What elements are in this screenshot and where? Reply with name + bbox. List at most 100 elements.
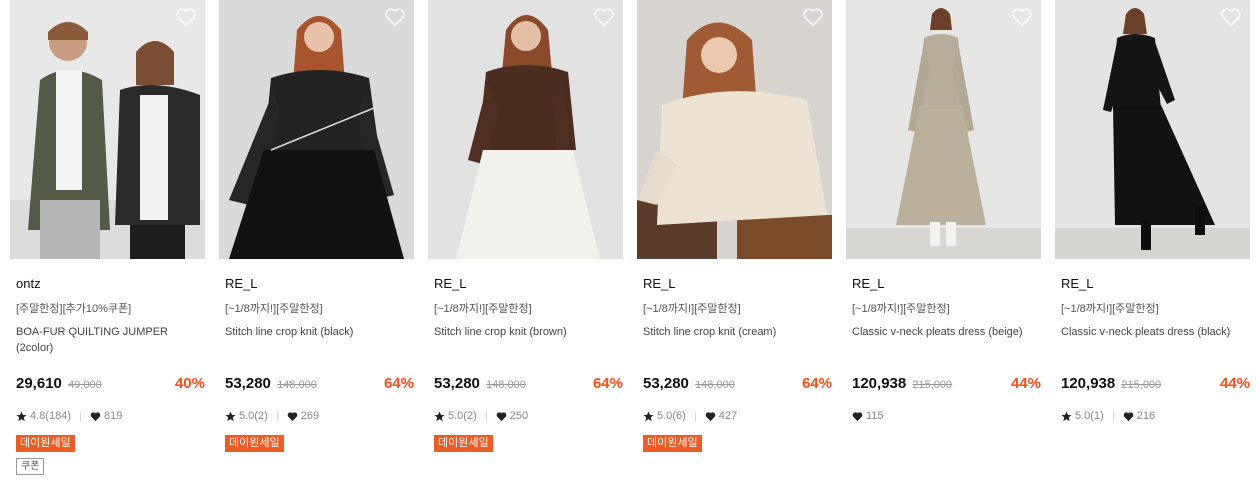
- product-image[interactable]: [428, 0, 623, 259]
- heart-icon: [705, 411, 716, 421]
- brand-name[interactable]: RE_L: [225, 276, 258, 291]
- wishlist-heart-icon[interactable]: [384, 7, 406, 27]
- original-price: 148,000: [695, 379, 735, 391]
- meta-divider: [276, 410, 278, 422]
- likes-count: 819: [103, 410, 123, 422]
- product-card[interactable]: RE_L [~1/8까지!][주말한정] Stitch line crop kn…: [637, 0, 832, 490]
- sale-price: 53,280 148,000: [434, 375, 526, 392]
- promo-text: [~1/8까지!][주말한정]: [643, 303, 741, 315]
- likes-count: 115: [866, 410, 884, 422]
- product-photo: [1055, 0, 1250, 259]
- product-meta: 5.0(2) 250: [434, 410, 528, 422]
- coupon-badge: 쿠폰: [16, 458, 45, 475]
- original-price: 49,000: [68, 379, 102, 391]
- promo-text: [~1/8까지!][주말한정]: [225, 303, 323, 315]
- discount-rate: 44%: [1219, 375, 1250, 392]
- sale-price: 53,280 148,000: [225, 375, 317, 392]
- discount-rate: 64%: [383, 375, 414, 392]
- heart-icon: [496, 411, 507, 421]
- star-icon: [643, 410, 654, 421]
- product-card[interactable]: RE_L [~1/8까지!][주말한정] Stitch line crop kn…: [428, 0, 623, 490]
- original-price: 215,000: [912, 379, 953, 391]
- product-card[interactable]: RE_L [~1/8까지!][주말한정] Stitch line crop kn…: [219, 0, 414, 490]
- meta-divider: [79, 410, 81, 422]
- product-photo: [10, 0, 205, 259]
- original-price: 148,000: [277, 379, 317, 391]
- product-name[interactable]: BOA-FUR QUILTING JUMPER (2color): [16, 324, 206, 356]
- product-image[interactable]: [10, 0, 205, 259]
- product-card[interactable]: ontz [주말한정][추가10%쿠폰] BOA-FUR QUILTING JU…: [10, 0, 205, 490]
- discount-rate: 64%: [592, 375, 623, 392]
- sale-price: 120,938 215,000: [1061, 375, 1161, 392]
- rating-text: 5.0(2): [448, 410, 477, 422]
- sale-price: 120,938 215,000: [852, 375, 952, 392]
- wishlist-heart-icon[interactable]: [593, 7, 615, 27]
- original-price: 215,000: [1121, 379, 1162, 391]
- product-name[interactable]: Classic v-neck pleats dress (black): [1061, 324, 1251, 340]
- sale-price: 53,280 148,000: [643, 375, 735, 392]
- sale-price: 29,610 49,000: [16, 375, 102, 392]
- sale-price-value: 120,938: [1061, 375, 1116, 392]
- discount-rate: 64%: [801, 375, 832, 392]
- brand-name[interactable]: ontz: [16, 276, 41, 291]
- sale-price-value: 53,280: [643, 375, 689, 392]
- product-image[interactable]: [219, 0, 414, 259]
- discount-rate: 40%: [174, 375, 205, 392]
- wishlist-heart-icon[interactable]: [1220, 7, 1242, 27]
- brand-name[interactable]: RE_L: [434, 276, 467, 291]
- sale-badge: 데이원세일: [225, 435, 284, 452]
- original-price: 148,000: [486, 379, 526, 391]
- likes-count: 250: [509, 410, 529, 422]
- brand-name[interactable]: RE_L: [852, 276, 885, 291]
- product-name[interactable]: Stitch line crop knit (brown): [434, 324, 624, 340]
- product-meta: 5.0(2) 269: [225, 410, 319, 422]
- sale-price-value: 53,280: [225, 375, 271, 392]
- promo-text: [주말한정][추가10%쿠폰]: [16, 303, 132, 315]
- promo-text: [~1/8까지!][주말한정]: [1061, 303, 1159, 315]
- product-meta: 5.0(6) 427: [643, 410, 737, 422]
- product-image[interactable]: [637, 0, 832, 259]
- product-photo: [846, 0, 1041, 259]
- sale-badge: 데이원세일: [16, 435, 75, 452]
- meta-divider: [1112, 410, 1114, 422]
- product-image[interactable]: [846, 0, 1041, 259]
- product-photo: [428, 0, 623, 259]
- rating-text: 5.0(2): [239, 410, 268, 422]
- product-name[interactable]: Stitch line crop knit (black): [225, 324, 415, 340]
- star-icon: [1061, 410, 1072, 421]
- rating-text: 5.0(6): [657, 410, 686, 422]
- wishlist-heart-icon[interactable]: [175, 7, 197, 27]
- heart-icon: [1123, 411, 1134, 421]
- sale-price-value: 120,938: [852, 375, 907, 392]
- product-card[interactable]: RE_L [~1/8까지!][주말한정] Classic v-neck plea…: [1055, 0, 1250, 490]
- likes-count: 216: [1136, 410, 1156, 422]
- star-icon: [434, 410, 445, 421]
- likes-count: 269: [300, 410, 320, 422]
- product-meta: 115: [852, 410, 884, 422]
- product-name[interactable]: Classic v-neck pleats dress (beige): [852, 324, 1042, 340]
- star-icon: [225, 410, 236, 421]
- meta-divider: [485, 410, 487, 422]
- brand-name[interactable]: RE_L: [643, 276, 676, 291]
- sale-badge: 데이원세일: [643, 435, 702, 452]
- heart-icon: [90, 411, 101, 421]
- discount-rate: 44%: [1010, 375, 1041, 392]
- product-card[interactable]: RE_L [~1/8까지!][주말한정] Classic v-neck plea…: [846, 0, 1041, 490]
- product-photo: [637, 0, 832, 259]
- product-name[interactable]: Stitch line crop knit (cream): [643, 324, 833, 340]
- likes-count: 427: [718, 410, 738, 422]
- sale-price-value: 29,610: [16, 375, 62, 392]
- heart-icon: [852, 411, 863, 421]
- product-image[interactable]: [1055, 0, 1250, 259]
- product-meta: 5.0(1) 216: [1061, 410, 1155, 422]
- heart-icon: [287, 411, 298, 421]
- brand-name[interactable]: RE_L: [1061, 276, 1094, 291]
- wishlist-heart-icon[interactable]: [802, 7, 824, 27]
- product-photo: [219, 0, 414, 259]
- wishlist-heart-icon[interactable]: [1011, 7, 1033, 27]
- star-icon: [16, 410, 27, 421]
- product-meta: 4.8(184) 819: [16, 410, 122, 422]
- sale-price-value: 53,280: [434, 375, 480, 392]
- meta-divider: [694, 410, 696, 422]
- sale-badge: 데이원세일: [434, 435, 493, 452]
